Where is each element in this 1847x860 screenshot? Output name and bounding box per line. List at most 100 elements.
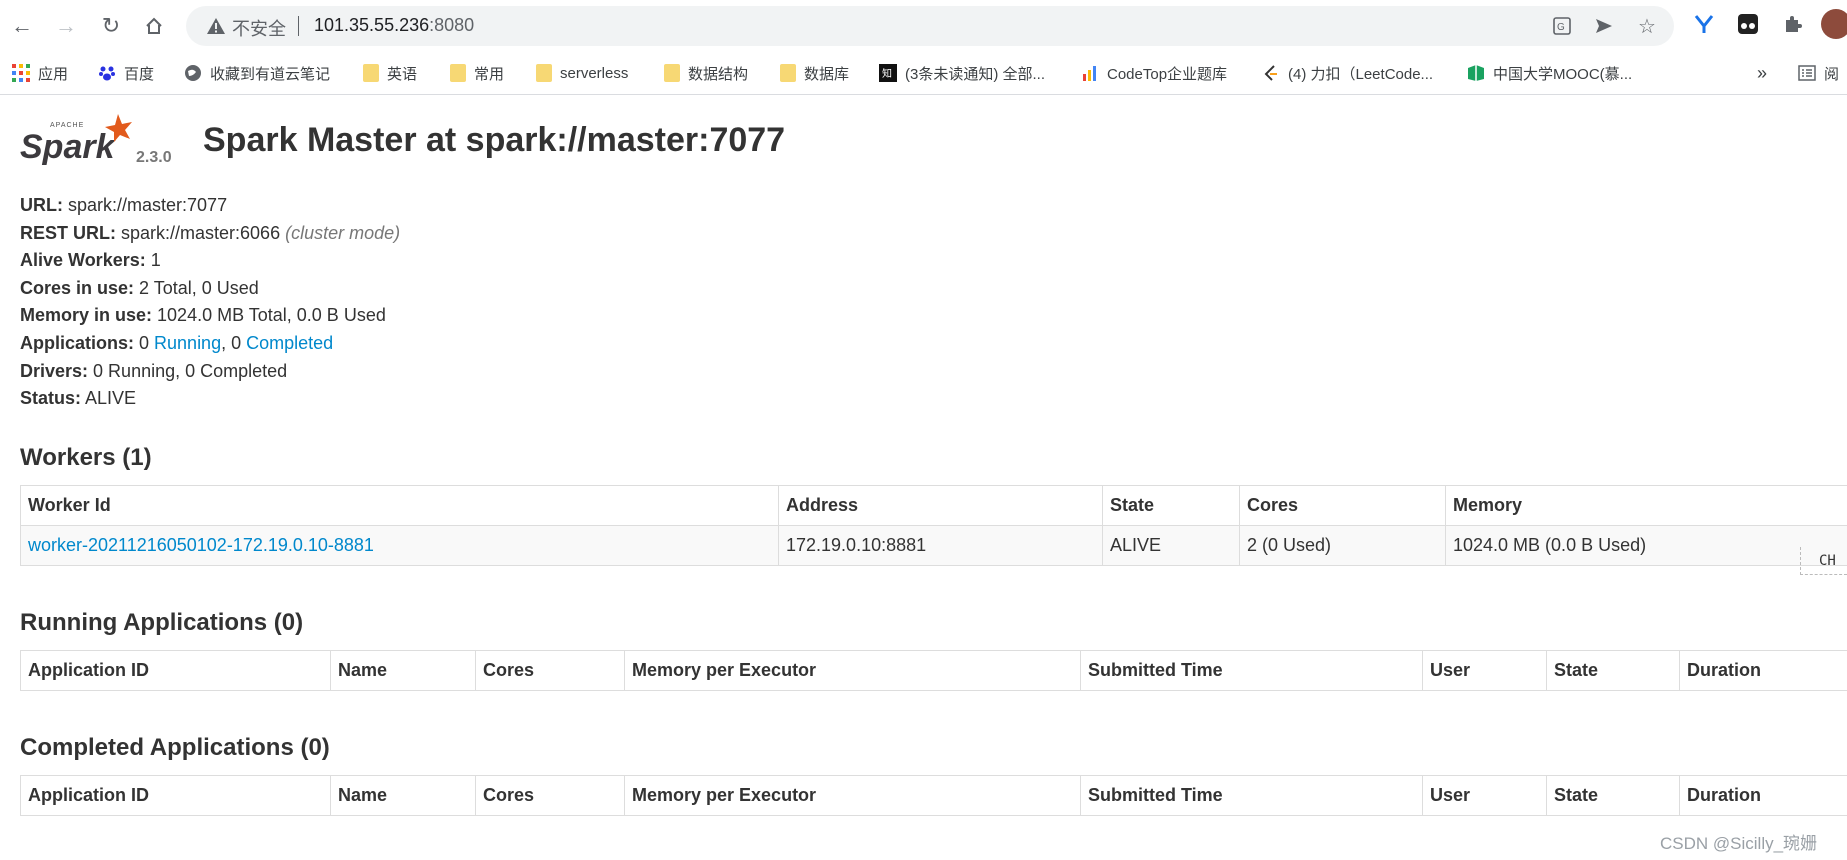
bookmark-leetcode[interactable]: (4) 力扣（LeetCode... bbox=[1262, 62, 1433, 84]
page-title: Spark Master at spark://master:7077 bbox=[203, 121, 786, 159]
folder-icon bbox=[664, 64, 680, 82]
info-value: 0 Running, 0 Completed bbox=[88, 360, 288, 381]
completed-apps-link[interactable]: Completed bbox=[246, 333, 333, 353]
bookmark-folder-datastructures[interactable]: 数据结构 bbox=[664, 62, 748, 84]
bookmark-youdao[interactable]: 收藏到有道云笔记 bbox=[184, 62, 330, 84]
folder-icon bbox=[780, 64, 796, 82]
address-bar[interactable]: 不安全 101.35.55.236:8080 G ☆ bbox=[186, 6, 1674, 46]
table-header-row: Application ID Name Cores Memory per Exe… bbox=[20, 775, 1847, 816]
column-header[interactable]: Memory per Executor bbox=[624, 650, 1081, 691]
cluster-mode-note: (cluster mode) bbox=[285, 222, 401, 243]
bookmark-folder-database[interactable]: 数据库 bbox=[780, 62, 849, 84]
info-label: Memory in use: bbox=[20, 305, 153, 326]
running-apps-link[interactable]: Running bbox=[154, 333, 221, 353]
column-header[interactable]: Cores bbox=[475, 775, 625, 816]
column-header[interactable]: State bbox=[1102, 485, 1240, 526]
bookmark-label: (4) 力扣（LeetCode... bbox=[1288, 65, 1434, 83]
completed-apps-table: Application ID Name Cores Memory per Exe… bbox=[20, 775, 1847, 816]
reading-list-button[interactable]: 阅 bbox=[1798, 62, 1839, 84]
info-url: URL: spark://master:7077 bbox=[20, 192, 400, 220]
info-value: 0 bbox=[134, 332, 155, 353]
bookmark-label: 中国大学MOOC(慕... bbox=[1493, 65, 1633, 83]
back-icon[interactable]: ← bbox=[6, 10, 38, 42]
info-label: Status: bbox=[20, 388, 82, 409]
warning-icon[interactable] bbox=[206, 16, 226, 36]
home-icon[interactable] bbox=[138, 10, 170, 42]
info-label: Alive Workers: bbox=[20, 250, 146, 271]
send-icon[interactable] bbox=[1592, 14, 1616, 38]
reading-list-icon bbox=[1798, 65, 1816, 81]
bookmark-folder-english[interactable]: 英语 bbox=[363, 62, 417, 84]
extensions-puzzle-icon[interactable] bbox=[1779, 10, 1807, 38]
column-header[interactable]: Submitted Time bbox=[1080, 650, 1423, 691]
worker-id-link[interactable]: worker-20211216050102-172.19.0.10-8881 bbox=[28, 535, 374, 555]
bookmark-label: 数据库 bbox=[804, 65, 850, 83]
svg-text:知: 知 bbox=[882, 67, 892, 80]
omnibox-divider bbox=[298, 16, 299, 36]
running-apps-heading[interactable]: Running Applications (0) bbox=[20, 609, 303, 637]
column-header[interactable]: Name bbox=[330, 650, 476, 691]
column-header[interactable]: Memory bbox=[1445, 485, 1847, 526]
bookmark-label: 常用 bbox=[474, 65, 505, 83]
table-header-row: Worker Id Address State Cores Memory bbox=[20, 485, 1847, 526]
zhihu-icon: 知 bbox=[879, 64, 897, 82]
reload-icon[interactable]: ↻ bbox=[95, 10, 127, 42]
bookmark-folder-common[interactable]: 常用 bbox=[450, 62, 504, 84]
column-header[interactable]: Application ID bbox=[20, 650, 331, 691]
translate-icon[interactable]: G bbox=[1550, 14, 1574, 38]
reading-list-label: 阅 bbox=[1824, 65, 1840, 83]
baidu-paw-icon bbox=[99, 66, 115, 81]
bookmark-star-icon[interactable]: ☆ bbox=[1635, 14, 1659, 38]
column-header[interactable]: Name bbox=[330, 775, 476, 816]
leetcode-icon bbox=[1264, 65, 1277, 81]
column-header[interactable]: Duration bbox=[1679, 775, 1847, 816]
workers-heading[interactable]: Workers (1) bbox=[20, 444, 152, 472]
column-header[interactable]: Submitted Time bbox=[1080, 775, 1423, 816]
column-header[interactable]: User bbox=[1422, 650, 1547, 691]
info-label: Cores in use: bbox=[20, 277, 135, 298]
ime-indicator[interactable]: CH bbox=[1800, 547, 1847, 575]
insecure-label[interactable]: 不安全 bbox=[232, 15, 286, 41]
mooc-icon bbox=[1468, 65, 1484, 81]
bookmark-label: 数据结构 bbox=[688, 65, 749, 83]
column-header[interactable]: User bbox=[1422, 775, 1547, 816]
info-label: URL: bbox=[20, 195, 63, 215]
url-text[interactable]: 101.35.55.236:8080 bbox=[314, 15, 474, 36]
info-value: 2 Total, 0 Used bbox=[134, 277, 259, 298]
apps-grid-icon bbox=[12, 64, 30, 82]
info-memory: Memory in use: 1024.0 MB Total, 0.0 B Us… bbox=[20, 302, 400, 330]
master-info-list: URL: spark://master:7077 REST URL: spark… bbox=[20, 192, 400, 413]
forward-icon[interactable]: → bbox=[50, 10, 82, 42]
table-cell: 1024.0 MB (0.0 B Used) bbox=[1445, 525, 1847, 566]
workers-table: Worker Id Address State Cores Memory wor… bbox=[20, 485, 1847, 566]
info-applications: Applications: 0 Running, 0 Completed bbox=[20, 330, 400, 358]
column-header[interactable]: Memory per Executor bbox=[624, 775, 1081, 816]
extension-y-icon[interactable] bbox=[1690, 10, 1718, 38]
bookmark-label: (3条未读通知) 全部... bbox=[905, 65, 1046, 83]
bookmark-baidu[interactable]: 百度 bbox=[98, 62, 154, 84]
bookmark-mooc[interactable]: 中国大学MOOC(慕... bbox=[1467, 62, 1632, 84]
column-header[interactable]: Address bbox=[778, 485, 1103, 526]
column-header[interactable]: Worker Id bbox=[20, 485, 779, 526]
bookmark-label: 百度 bbox=[124, 65, 155, 83]
info-value: spark://master:6066 bbox=[116, 222, 286, 243]
column-header[interactable]: State bbox=[1546, 650, 1680, 691]
column-header[interactable]: Application ID bbox=[20, 775, 331, 816]
column-header[interactable]: Duration bbox=[1679, 650, 1847, 691]
bookmark-apps[interactable]: 应用 bbox=[12, 62, 68, 84]
bookmarks-overflow-button[interactable]: » bbox=[1757, 62, 1767, 84]
completed-apps-heading[interactable]: Completed Applications (0) bbox=[20, 734, 330, 762]
bookmark-zhihu[interactable]: 知 (3条未读通知) 全部... bbox=[879, 62, 1045, 84]
column-header[interactable]: State bbox=[1546, 775, 1680, 816]
info-alive-workers: Alive Workers: 1 bbox=[20, 247, 400, 275]
bookmark-codetop[interactable]: CodeTop企业题库 bbox=[1081, 62, 1227, 84]
bookmark-label: 英语 bbox=[387, 65, 418, 83]
info-status: Status: ALIVE bbox=[20, 385, 400, 413]
info-value: spark://master:7077 bbox=[63, 195, 228, 215]
column-header[interactable]: Cores bbox=[475, 650, 625, 691]
column-header[interactable]: Cores bbox=[1239, 485, 1446, 526]
bookmark-folder-serverless[interactable]: serverless bbox=[536, 62, 628, 84]
profile-avatar[interactable] bbox=[1821, 9, 1847, 39]
extension-tampermonkey-icon[interactable] bbox=[1734, 10, 1762, 38]
svg-text:G: G bbox=[1557, 22, 1565, 33]
